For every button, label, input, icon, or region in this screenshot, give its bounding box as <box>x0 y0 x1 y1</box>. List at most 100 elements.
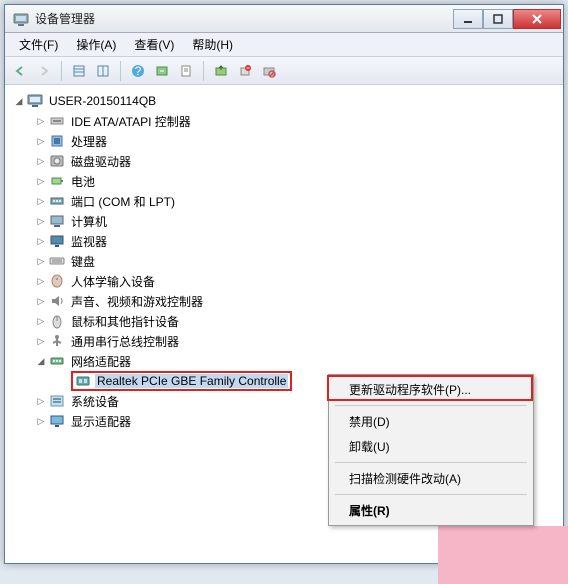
cpu-icon <box>49 133 65 149</box>
help-button[interactable]: ? <box>127 60 149 82</box>
expand-icon[interactable]: ▷ <box>35 215 47 227</box>
menu-scan[interactable]: 扫描检测硬件改动(A) <box>331 466 531 491</box>
tree-item[interactable]: ▷ IDE ATA/ATAPI 控制器 <box>11 111 563 131</box>
tree-item-network[interactable]: ◢ 网络适配器 <box>11 351 563 371</box>
expand-icon[interactable]: ▷ <box>35 155 47 167</box>
expand-icon[interactable]: ▷ <box>35 315 47 327</box>
tree-item[interactable]: ▷ 通用串行总线控制器 <box>11 331 563 351</box>
nic-icon <box>75 373 91 389</box>
computer-icon <box>27 93 43 109</box>
context-menu: 更新驱动程序软件(P)... 禁用(D) 卸载(U) 扫描检测硬件改动(A) 属… <box>328 374 534 526</box>
tree-item[interactable]: ▷ 监视器 <box>11 231 563 251</box>
toolbar: ? <box>5 57 563 85</box>
menu-help[interactable]: 帮助(H) <box>184 34 241 55</box>
collapse-icon[interactable]: ◢ <box>13 95 25 107</box>
selected-highlight: Realtek PCIe GBE Family Controlle <box>71 371 292 391</box>
display-icon <box>49 413 65 429</box>
expand-icon[interactable]: ▷ <box>35 115 47 127</box>
ide-icon <box>49 113 65 129</box>
tree-item[interactable]: ▷ 处理器 <box>11 131 563 151</box>
back-button[interactable] <box>9 60 31 82</box>
tree-item-label: 磁盘驱动器 <box>69 153 133 170</box>
overlay-block <box>438 526 568 584</box>
menu-uninstall[interactable]: 卸载(U) <box>331 434 531 459</box>
tree-item-label: 监视器 <box>69 233 109 250</box>
expand-icon[interactable]: ▷ <box>35 195 47 207</box>
menu-view[interactable]: 查看(V) <box>126 34 182 55</box>
tree-item[interactable]: ▷ 端口 (COM 和 LPT) <box>11 191 563 211</box>
tree-item[interactable]: ▷电池 <box>11 171 563 191</box>
root-label: USER-20150114QB <box>47 94 158 108</box>
keyboard-icon <box>49 253 65 269</box>
forward-button[interactable] <box>33 60 55 82</box>
expand-icon[interactable]: ▷ <box>35 135 47 147</box>
window-title: 设备管理器 <box>35 10 453 27</box>
network-icon <box>49 353 65 369</box>
disable-button[interactable] <box>258 60 280 82</box>
update-driver-button[interactable] <box>210 60 232 82</box>
monitor-icon <box>49 233 65 249</box>
toolbar-separator <box>120 61 121 81</box>
tree-item[interactable]: ▷ 声音、视频和游戏控制器 <box>11 291 563 311</box>
menu-action[interactable]: 操作(A) <box>68 34 124 55</box>
close-button[interactable] <box>513 9 561 29</box>
menu-properties[interactable]: 属性(R) <box>331 498 531 523</box>
tree-root[interactable]: ◢ USER-20150114QB <box>11 91 563 111</box>
tree-item[interactable]: ▷ 人体学输入设备 <box>11 271 563 291</box>
expand-icon[interactable]: ▷ <box>35 335 47 347</box>
port-icon <box>49 193 65 209</box>
menu-separator <box>335 494 527 495</box>
menu-disable[interactable]: 禁用(D) <box>331 409 531 434</box>
menu-file[interactable]: 文件(F) <box>11 34 66 55</box>
svg-text:?: ? <box>135 64 142 78</box>
view-list-button[interactable] <box>68 60 90 82</box>
properties-button[interactable] <box>175 60 197 82</box>
tree-item[interactable]: ▷ 鼠标和其他指针设备 <box>11 311 563 331</box>
expand-icon[interactable]: ▷ <box>35 175 47 187</box>
tree-item-label: 通用串行总线控制器 <box>69 333 181 350</box>
tree-item-label: 系统设备 <box>69 393 121 410</box>
window-buttons <box>453 9 561 29</box>
app-icon <box>13 11 29 27</box>
uninstall-button[interactable] <box>234 60 256 82</box>
nic-label: Realtek PCIe GBE Family Controlle <box>95 374 288 388</box>
tree-item-label: 处理器 <box>69 133 109 150</box>
mouse-icon <box>49 313 65 329</box>
tree-item-label: 显示适配器 <box>69 413 133 430</box>
view-details-button[interactable] <box>92 60 114 82</box>
tree-item[interactable]: ▷ 计算机 <box>11 211 563 231</box>
usb-icon <box>49 333 65 349</box>
sound-icon <box>49 293 65 309</box>
minimize-button[interactable] <box>453 9 483 29</box>
tree-item[interactable]: ▷ 磁盘驱动器 <box>11 151 563 171</box>
tree-item-label: 键盘 <box>69 253 97 270</box>
tree-item-label: 计算机 <box>69 213 109 230</box>
collapse-icon[interactable]: ◢ <box>35 355 47 367</box>
expand-icon[interactable]: ▷ <box>35 395 47 407</box>
expand-icon[interactable]: ▷ <box>35 235 47 247</box>
disk-icon <box>49 153 65 169</box>
toolbar-separator <box>203 61 204 81</box>
toolbar-separator <box>61 61 62 81</box>
expand-icon[interactable]: ▷ <box>35 415 47 427</box>
tree-item[interactable]: ▷ 键盘 <box>11 251 563 271</box>
tree-item-label: IDE ATA/ATAPI 控制器 <box>69 113 193 130</box>
network-label: 网络适配器 <box>69 353 133 370</box>
tree-item-label: 人体学输入设备 <box>69 273 157 290</box>
tree-item-label: 鼠标和其他指针设备 <box>69 313 181 330</box>
titlebar: 设备管理器 <box>5 5 563 33</box>
hid-icon <box>49 273 65 289</box>
menubar: 文件(F) 操作(A) 查看(V) 帮助(H) <box>5 33 563 57</box>
battery-icon <box>49 173 65 189</box>
expand-icon[interactable]: ▷ <box>35 275 47 287</box>
system-icon <box>49 393 65 409</box>
scan-button[interactable] <box>151 60 173 82</box>
expand-icon[interactable]: ▷ <box>35 295 47 307</box>
expand-icon[interactable]: ▷ <box>35 255 47 267</box>
menu-update-driver[interactable]: 更新驱动程序软件(P)... <box>331 377 531 402</box>
computer-icon <box>49 213 65 229</box>
maximize-button[interactable] <box>483 9 513 29</box>
tree-item-label: 声音、视频和游戏控制器 <box>69 293 205 310</box>
tree-item-label: 端口 (COM 和 LPT) <box>69 193 177 210</box>
expander-spacer <box>57 375 69 387</box>
